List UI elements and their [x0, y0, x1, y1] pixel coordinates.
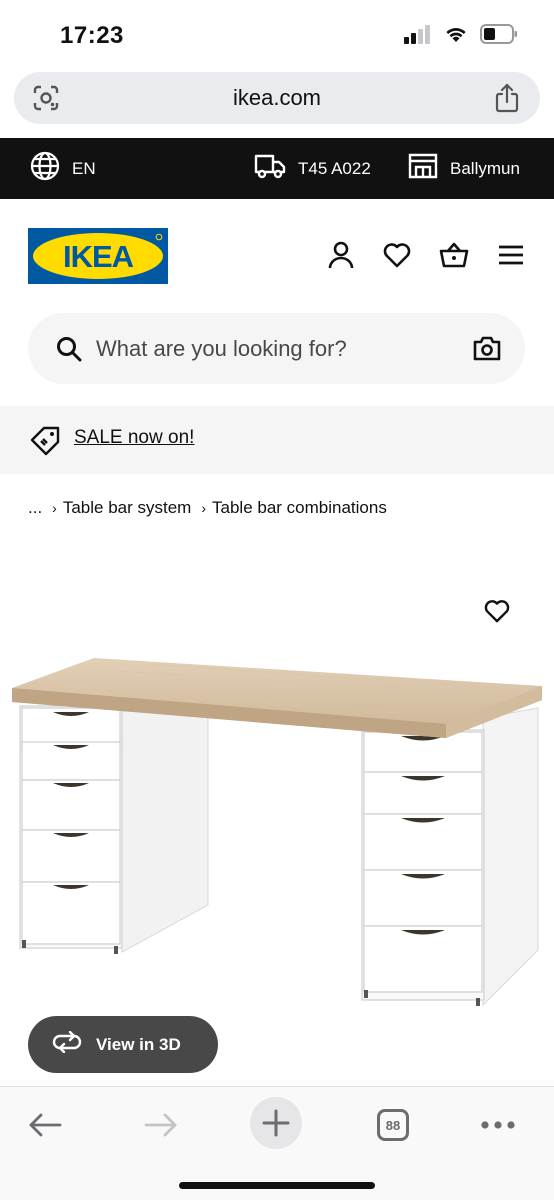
search-bar[interactable]: [28, 313, 525, 384]
sale-banner: SALE now on!: [0, 406, 554, 474]
language-label: EN: [72, 158, 96, 178]
breadcrumb-ellipsis[interactable]: ...: [28, 498, 42, 518]
wifi-icon: [444, 25, 468, 48]
more-icon[interactable]: [474, 1101, 522, 1149]
view-in-3d-label: View in 3D: [96, 1034, 181, 1054]
url-text[interactable]: ikea.com: [233, 85, 321, 111]
store-selector[interactable]: Ballymun: [408, 138, 520, 199]
heart-icon: [484, 599, 510, 628]
account-icon[interactable]: [326, 240, 356, 270]
truck-icon: [254, 153, 298, 184]
arrow-left-icon[interactable]: [21, 1101, 69, 1149]
chevron-right-icon: ›: [201, 500, 207, 516]
tab-count: 88: [377, 1109, 409, 1141]
battery-icon: [480, 24, 518, 49]
status-icons: [404, 24, 518, 49]
product-image[interactable]: [8, 650, 548, 1020]
tabs-button[interactable]: 88: [369, 1101, 417, 1149]
camera-icon[interactable]: [473, 335, 501, 366]
tag-icon: [30, 424, 62, 461]
google-lens-icon[interactable]: [32, 84, 60, 117]
utility-bar: EN T45 A022 Ballymun: [0, 138, 554, 199]
hamburger-icon[interactable]: [496, 240, 526, 270]
signal-icon: [404, 24, 432, 49]
delivery-location[interactable]: T45 A022: [254, 138, 371, 199]
logo-text: IKEA: [63, 239, 134, 274]
heart-icon[interactable]: [382, 240, 412, 270]
arrow-right-icon[interactable]: [137, 1101, 185, 1149]
basket-icon[interactable]: [439, 240, 469, 270]
view-in-3d-button[interactable]: View in 3D: [28, 1016, 218, 1073]
delivery-code: T45 A022: [298, 158, 371, 178]
breadcrumb: ... › Table bar system › Table bar combi…: [28, 498, 387, 518]
status-time: 17:23: [60, 22, 124, 49]
search-input[interactable]: [96, 313, 456, 384]
ikea-logo[interactable]: IKEA: [28, 228, 168, 284]
chevron-right-icon: ›: [52, 500, 57, 516]
product-favourite-button[interactable]: [481, 597, 513, 629]
breadcrumb-item-table-bar-combinations[interactable]: Table bar combinations: [212, 498, 387, 518]
globe-icon: [30, 151, 72, 186]
address-bar[interactable]: ikea.com: [14, 72, 540, 124]
share-icon[interactable]: [494, 83, 520, 118]
search-icon[interactable]: [56, 336, 82, 367]
breadcrumb-item-table-bar-system[interactable]: Table bar system: [63, 498, 192, 518]
rotate-3d-icon: [52, 1030, 96, 1058]
sale-link[interactable]: SALE now on!: [74, 427, 194, 449]
store-icon: [408, 153, 450, 184]
store-name: Ballymun: [450, 158, 520, 178]
plus-icon[interactable]: [250, 1097, 302, 1149]
language-selector[interactable]: EN: [30, 138, 96, 199]
status-bar: 17:23: [0, 0, 554, 70]
home-indicator: [179, 1182, 375, 1189]
